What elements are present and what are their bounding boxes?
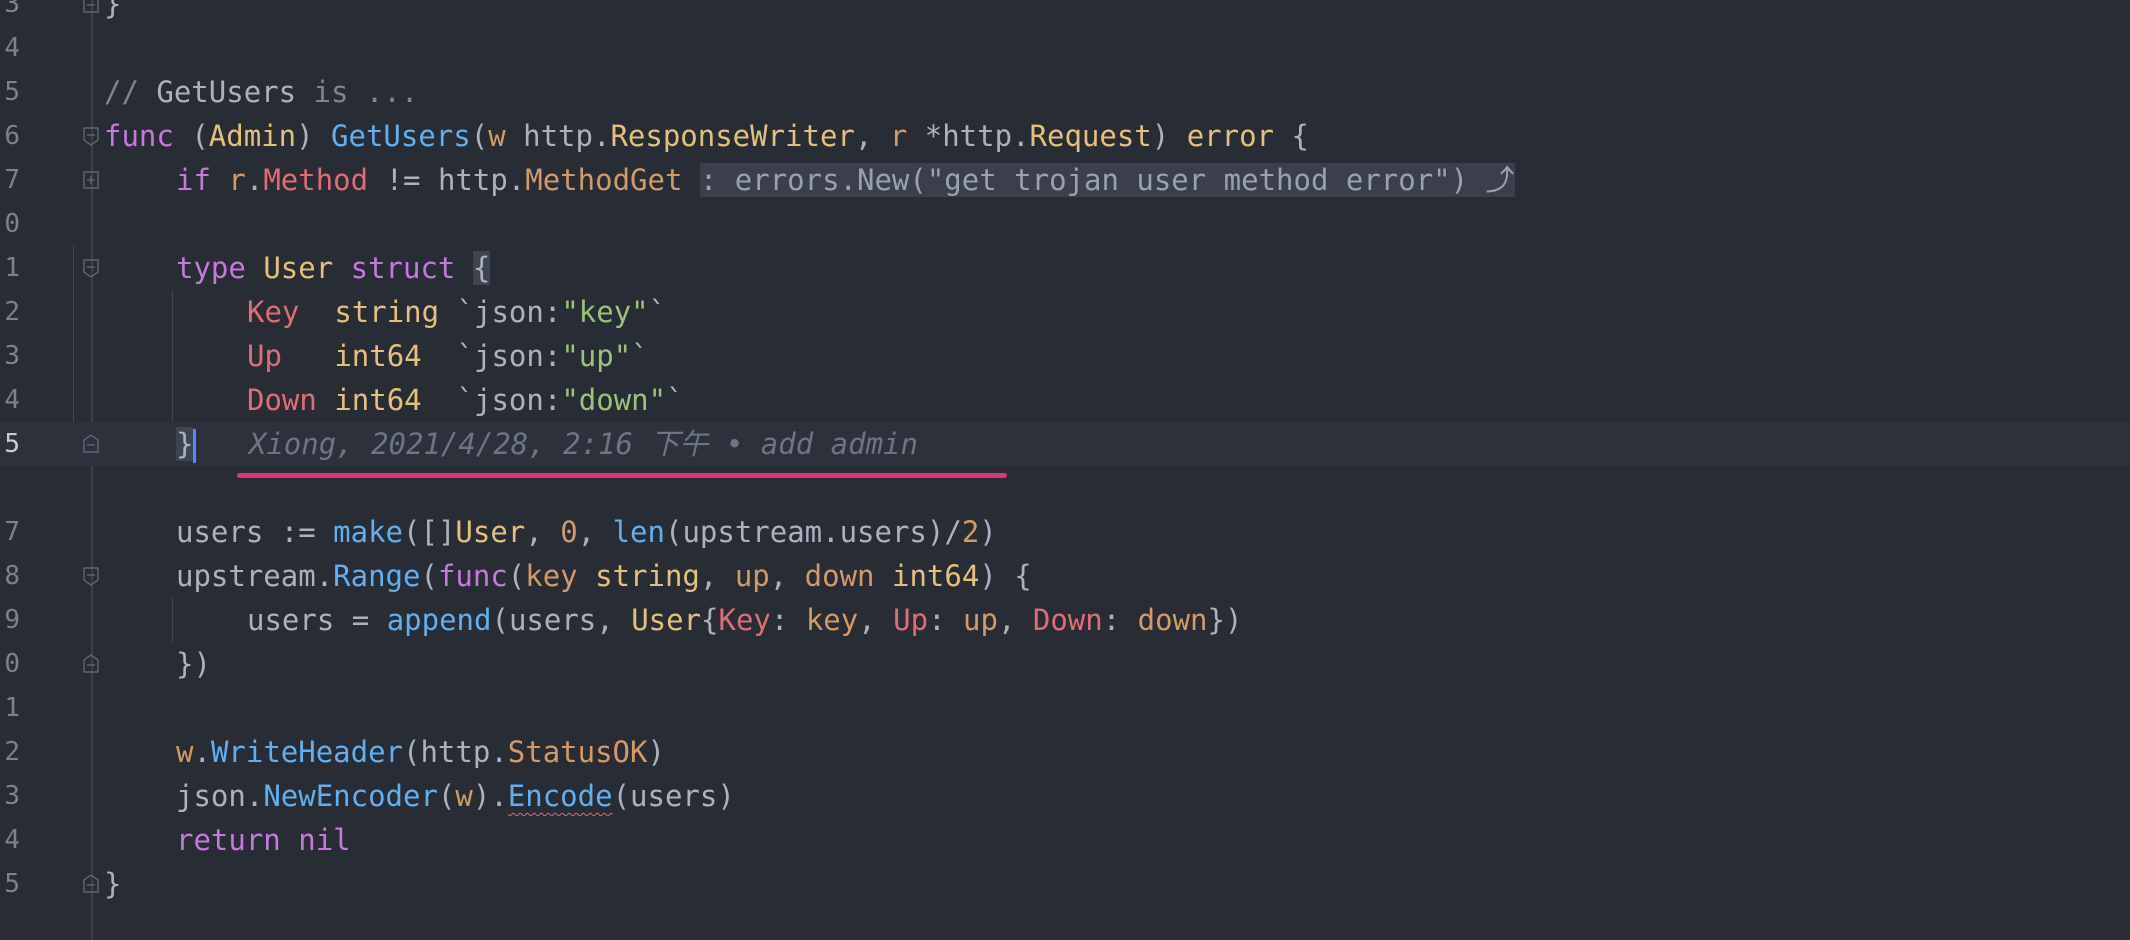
current-line[interactable]: 5 } Xiong, 2021/4/28, 2:16 下午 • add admi… bbox=[0, 422, 2130, 466]
code-text: type User struct { bbox=[176, 251, 491, 285]
fold-start-icon[interactable] bbox=[82, 566, 100, 586]
line-number: 3 bbox=[4, 0, 20, 19]
code-line[interactable]: 6 func (Admin) GetUsers(w http.ResponseW… bbox=[0, 114, 2130, 158]
line-number: 3 bbox=[4, 781, 20, 811]
code-line[interactable]: 9 users = append(users, User{Key: key, U… bbox=[0, 598, 2130, 642]
code-text: json.NewEncoder(w).Encode(users) bbox=[176, 779, 735, 813]
matched-brace: } bbox=[176, 427, 194, 461]
fold-end-icon[interactable] bbox=[82, 654, 100, 674]
fold-end-icon[interactable] bbox=[82, 0, 100, 14]
code-line[interactable]: 2 Key string `json:"key"` bbox=[0, 290, 2130, 334]
line-number: 5 bbox=[4, 429, 20, 459]
line-number: 9 bbox=[4, 605, 20, 635]
line-number: 2 bbox=[4, 737, 20, 767]
fold-end-icon[interactable] bbox=[82, 874, 100, 894]
line-number: 6 bbox=[4, 121, 20, 151]
code-text: upstream.Range(func(key string, up, down… bbox=[176, 559, 1032, 593]
code-line[interactable]: 3 } bbox=[0, 0, 2130, 26]
code-line[interactable]: 0 bbox=[0, 202, 2130, 246]
line-number: 7 bbox=[4, 165, 20, 195]
code-text: Up int64 `json:"up"` bbox=[247, 339, 649, 373]
code-line[interactable]: 4 bbox=[0, 26, 2130, 70]
line-number: 4 bbox=[4, 825, 20, 855]
code-text: } bbox=[104, 0, 122, 21]
code-text: }) bbox=[176, 647, 211, 681]
code-line[interactable]: 0 }) bbox=[0, 642, 2130, 686]
code-line[interactable]: 4 return nil bbox=[0, 818, 2130, 862]
code-line[interactable]: 3 Up int64 `json:"up"` bbox=[0, 334, 2130, 378]
comment-text: // GetUsers is ... bbox=[104, 75, 419, 109]
code-line[interactable]: 1 bbox=[0, 686, 2130, 730]
text-cursor bbox=[193, 429, 197, 463]
line-number: 5 bbox=[4, 77, 20, 107]
line-number: 7 bbox=[4, 517, 20, 547]
line-number: 0 bbox=[4, 209, 20, 239]
code-text: users := make([]User, 0, len(upstream.us… bbox=[176, 515, 997, 549]
code-text: Down int64 `json:"down"` bbox=[247, 383, 684, 417]
code-text: if r.Method != http.MethodGet : errors.N… bbox=[176, 163, 1515, 197]
line-number: 4 bbox=[4, 385, 20, 415]
matched-brace: { bbox=[472, 251, 491, 285]
code-line[interactable]: 2 w.WriteHeader(http.StatusOK) bbox=[0, 730, 2130, 774]
fold-collapsed-icon[interactable] bbox=[82, 170, 100, 190]
code-text: } Xiong, 2021/4/28, 2:16 下午 • add admin bbox=[176, 422, 918, 466]
code-line[interactable] bbox=[0, 466, 2130, 510]
line-number: 8 bbox=[4, 561, 20, 591]
code-line[interactable]: 7 if r.Method != http.MethodGet : errors… bbox=[0, 158, 2130, 202]
code-line[interactable]: 8 upstream.Range(func(key string, up, do… bbox=[0, 554, 2130, 598]
code-line[interactable]: 4 Down int64 `json:"down"` bbox=[0, 378, 2130, 422]
fold-start-icon[interactable] bbox=[82, 258, 100, 278]
fold-end-icon[interactable] bbox=[82, 434, 100, 454]
code-line[interactable]: 7 users := make([]User, 0, len(upstream.… bbox=[0, 510, 2130, 554]
code-line[interactable]: 3 json.NewEncoder(w).Encode(users) bbox=[0, 774, 2130, 818]
fold-start-icon[interactable] bbox=[82, 126, 100, 146]
line-number: 5 bbox=[4, 869, 20, 899]
line-number: 2 bbox=[4, 297, 20, 327]
code-text: Key string `json:"key"` bbox=[247, 295, 667, 329]
code-text: func (Admin) GetUsers(w http.ResponseWri… bbox=[104, 119, 1309, 153]
code-text: w.WriteHeader(http.StatusOK) bbox=[176, 735, 665, 769]
code-line[interactable]: 5 // GetUsers is ... bbox=[0, 70, 2130, 114]
line-number: 1 bbox=[4, 253, 20, 283]
folded-code-hint[interactable]: : errors.New("get trojan user method err… bbox=[699, 163, 1515, 197]
line-number: 1 bbox=[4, 693, 20, 723]
code-line[interactable]: 5 } bbox=[0, 862, 2130, 906]
code-line[interactable]: 1 type User struct { bbox=[0, 246, 2130, 290]
code-text: } bbox=[104, 867, 122, 901]
code-text: return nil bbox=[176, 823, 351, 857]
line-number: 0 bbox=[4, 649, 20, 679]
line-number: 4 bbox=[4, 33, 20, 63]
git-blame-annotation[interactable]: Xiong, 2021/4/28, 2:16 下午 • add admin bbox=[249, 427, 918, 461]
line-number: 3 bbox=[4, 341, 20, 371]
lint-warning-underline[interactable]: Encode bbox=[508, 779, 613, 813]
code-text: users = append(users, User{Key: key, Up:… bbox=[247, 603, 1243, 637]
code-editor[interactable]: 3 } 4 5 // GetUsers is ... 6 func (Admin… bbox=[0, 0, 2130, 940]
